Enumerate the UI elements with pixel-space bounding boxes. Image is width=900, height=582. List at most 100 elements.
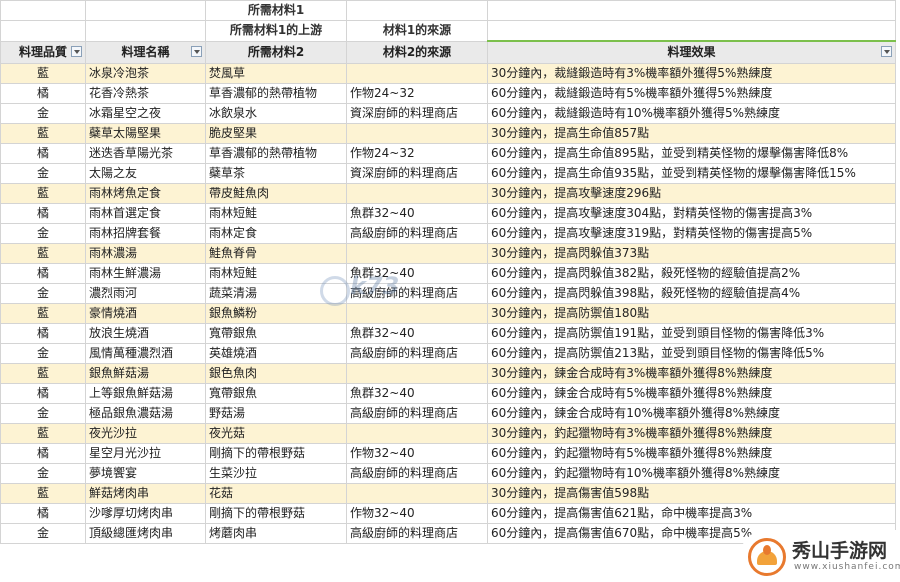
cell-effect[interactable]: 60分鐘內，提高閃躲值398點，殺死怪物的經驗值提高4% (487, 283, 896, 304)
cell-quality[interactable]: 金 (0, 403, 86, 424)
cell-effect[interactable]: 60分鐘內，提高攻擊速度319點，對精英怪物的傷害提高5% (487, 223, 896, 244)
cell-effect[interactable]: 60分鐘內，提高生命值935點，並受到精英怪物的爆擊傷害降低15% (487, 163, 896, 184)
cell-effect[interactable]: 60分鐘內，裁縫鍛造時有5%機率額外獲得5%熟練度 (487, 83, 896, 104)
cell-effect[interactable]: 60分鐘內，裁縫鍛造時有10%機率額外獲得5%熟練度 (487, 103, 896, 124)
cell-material[interactable]: 脆皮堅果 (205, 123, 347, 144)
cell-source[interactable]: 魚群32~40 (346, 323, 488, 344)
cell-source[interactable]: 作物32~40 (346, 503, 488, 524)
cell-effect[interactable]: 30分鐘內，提高生命值857點 (487, 123, 896, 144)
cell-source[interactable]: 魚群32~40 (346, 383, 488, 404)
cell-effect[interactable]: 60分鐘內，提高傷害值621點，命中機率提高3% (487, 503, 896, 524)
cell-source[interactable] (346, 183, 488, 204)
cell-quality[interactable]: 金 (0, 163, 86, 184)
cell-source[interactable]: 作物24~32 (346, 143, 488, 164)
cell-dish-name[interactable]: 冰霜星空之夜 (85, 103, 206, 124)
cell-effect[interactable]: 30分鐘內，提高傷害值598點 (487, 483, 896, 504)
cell-source[interactable] (346, 63, 488, 84)
cell-effect[interactable]: 60分鐘內，提高閃躲值382點，殺死怪物的經驗值提高2% (487, 263, 896, 284)
cell-quality[interactable]: 橘 (0, 143, 86, 164)
cell-material[interactable]: 蘗草茶 (205, 163, 347, 184)
cell-source[interactable] (346, 483, 488, 504)
cell-dish-name[interactable]: 豪情燒酒 (85, 303, 206, 324)
cell-effect[interactable]: 30分鐘內，釣起獵物時有3%機率額外獲得8%熟練度 (487, 423, 896, 444)
cell-dish-name[interactable]: 放浪生燒酒 (85, 323, 206, 344)
cell-source[interactable]: 高級廚師的料理商店 (346, 463, 488, 484)
cell-dish-name[interactable]: 極品銀魚濃菇湯 (85, 403, 206, 424)
cell-quality[interactable]: 金 (0, 463, 86, 484)
cell-material[interactable]: 草香濃郁的熱帶植物 (205, 143, 347, 164)
cell-dish-name[interactable]: 濃烈雨河 (85, 283, 206, 304)
cell-dish-name[interactable]: 雨林濃湯 (85, 243, 206, 264)
cell-effect[interactable]: 30分鐘內，提高防禦值180點 (487, 303, 896, 324)
cell-dish-name[interactable]: 頂級總匯烤肉串 (85, 523, 206, 544)
cell-quality[interactable]: 金 (0, 223, 86, 244)
cell-effect[interactable]: 60分鐘內，提高防禦值191點，並受到頭目怪物的傷害降低3% (487, 323, 896, 344)
cell-source[interactable]: 高級廚師的料理商店 (346, 523, 488, 544)
cell-material[interactable]: 草香濃郁的熱帶植物 (205, 83, 347, 104)
cell-material[interactable]: 焚風草 (205, 63, 347, 84)
cell-quality[interactable]: 金 (0, 523, 86, 544)
cell-material[interactable]: 夜光菇 (205, 423, 347, 444)
cell-quality[interactable]: 藍 (0, 243, 86, 264)
cell-effect[interactable]: 60分鐘內，提高攻擊速度304點，對精英怪物的傷害提高3% (487, 203, 896, 224)
cell-dish-name[interactable]: 冰泉冷泡茶 (85, 63, 206, 84)
cell-dish-name[interactable]: 沙嗲厚切烤肉串 (85, 503, 206, 524)
cell-material[interactable]: 雨林短鮭 (205, 203, 347, 224)
cell-source[interactable]: 高級廚師的料理商店 (346, 403, 488, 424)
cell-dish-name[interactable]: 花香冷熱茶 (85, 83, 206, 104)
cell-source[interactable] (346, 303, 488, 324)
cell-dish-name[interactable]: 風情萬種濃烈酒 (85, 343, 206, 364)
cell-dish-name[interactable]: 星空月光沙拉 (85, 443, 206, 464)
cell-quality[interactable]: 橘 (0, 323, 86, 344)
cell-quality[interactable]: 金 (0, 343, 86, 364)
cell-quality[interactable]: 橘 (0, 503, 86, 524)
cell-source[interactable]: 高級廚師的料理商店 (346, 223, 488, 244)
cell-material[interactable]: 銀色魚肉 (205, 363, 347, 384)
cell-effect[interactable]: 60分鐘內，釣起獵物時有10%機率額外獲得8%熟練度 (487, 463, 896, 484)
cell-dish-name[interactable]: 太陽之友 (85, 163, 206, 184)
cell-quality[interactable]: 金 (0, 103, 86, 124)
cell-dish-name[interactable]: 鮮菇烤肉串 (85, 483, 206, 504)
cell-dish-name[interactable]: 雨林招牌套餐 (85, 223, 206, 244)
cell-source[interactable]: 魚群32~40 (346, 203, 488, 224)
cell-effect[interactable]: 60分鐘內，鍊金合成時有10%機率額外獲得8%熟練度 (487, 403, 896, 424)
cell-dish-name[interactable]: 雨林首選定食 (85, 203, 206, 224)
cell-dish-name[interactable]: 銀魚鮮菇湯 (85, 363, 206, 384)
cell-material[interactable]: 烤蘑肉串 (205, 523, 347, 544)
cell-dish-name[interactable]: 雨林烤魚定食 (85, 183, 206, 204)
cell-dish-name[interactable]: 夜光沙拉 (85, 423, 206, 444)
cell-quality[interactable]: 藍 (0, 123, 86, 144)
cell-quality[interactable]: 藍 (0, 183, 86, 204)
cell-effect[interactable]: 60分鐘內，提高防禦值213點，並受到頭目怪物的傷害降低5% (487, 343, 896, 364)
cell-quality[interactable]: 橘 (0, 263, 86, 284)
cell-quality[interactable]: 橘 (0, 443, 86, 464)
cell-source[interactable]: 資深廚師的料理商店 (346, 103, 488, 124)
cell-source[interactable]: 作物24~32 (346, 83, 488, 104)
cell-quality[interactable]: 橘 (0, 83, 86, 104)
cell-effect[interactable]: 60分鐘內，提高生命值895點，並受到精英怪物的爆擊傷害降低8% (487, 143, 896, 164)
cell-quality[interactable]: 橘 (0, 383, 86, 404)
cell-material[interactable]: 生菜沙拉 (205, 463, 347, 484)
cell-material[interactable]: 寬帶銀魚 (205, 323, 347, 344)
cell-effect[interactable]: 60分鐘內，釣起獵物時有5%機率額外獲得8%熟練度 (487, 443, 896, 464)
cell-material[interactable]: 鮭魚脊骨 (205, 243, 347, 264)
cell-source[interactable] (346, 423, 488, 444)
filter-dropdown-icon[interactable] (881, 46, 892, 57)
cell-material[interactable]: 寬帶銀魚 (205, 383, 347, 404)
cell-quality[interactable]: 藍 (0, 423, 86, 444)
cell-quality[interactable]: 藍 (0, 363, 86, 384)
cell-effect[interactable]: 30分鐘內，裁縫鍛造時有3%機率額外獲得5%熟練度 (487, 63, 896, 84)
cell-material[interactable]: 野菇湯 (205, 403, 347, 424)
cell-effect[interactable]: 30分鐘內，鍊金合成時有3%機率額外獲得8%熟練度 (487, 363, 896, 384)
cell-source[interactable] (346, 363, 488, 384)
cell-material[interactable]: 剛摘下的帶根野菇 (205, 503, 347, 524)
cell-material[interactable]: 英雄燒酒 (205, 343, 347, 364)
cell-material[interactable]: 帶皮鮭魚肉 (205, 183, 347, 204)
cell-dish-name[interactable]: 雨林生鮮濃湯 (85, 263, 206, 284)
cell-dish-name[interactable]: 上等銀魚鮮菇湯 (85, 383, 206, 404)
cell-effect[interactable]: 60分鐘內，鍊金合成時有5%機率額外獲得8%熟練度 (487, 383, 896, 404)
cell-dish-name[interactable]: 蘗草太陽堅果 (85, 123, 206, 144)
cell-quality[interactable]: 藍 (0, 303, 86, 324)
cell-source[interactable] (346, 243, 488, 264)
cell-material[interactable]: 銀魚鱗粉 (205, 303, 347, 324)
